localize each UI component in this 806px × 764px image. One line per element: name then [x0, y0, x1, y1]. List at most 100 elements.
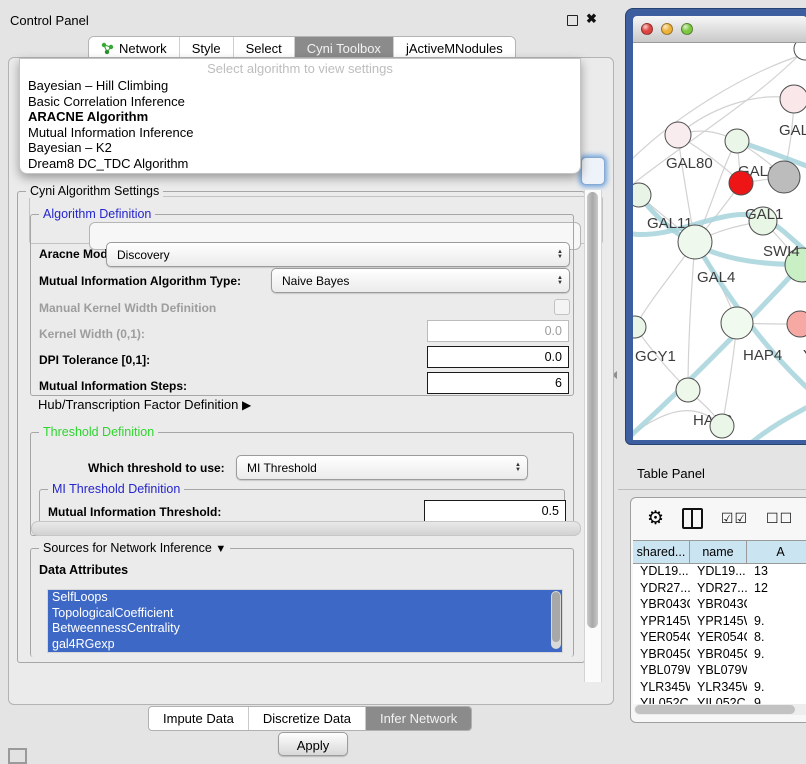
table-cell: YDL19... [633, 564, 690, 581]
table-cell: 9. [747, 647, 806, 664]
algorithm-option[interactable]: Basic Correlation Inference [20, 94, 580, 110]
scrollbar-thumb[interactable] [635, 705, 795, 714]
network-edge-highlighted[interactable] [751, 403, 806, 440]
network-window-titlebar[interactable] [633, 16, 806, 43]
table-row[interactable]: YBR043CYBR043C [633, 597, 806, 614]
window-zoom-button[interactable] [681, 23, 693, 35]
table-horizontal-scrollbar[interactable] [634, 704, 806, 715]
network-graph[interactable]: GALGAL80GAL10GAL1GAL11SWI4GAL4GCY1HAP4YH… [633, 43, 806, 440]
data-attribute-item[interactable]: BetweennessCentrality [48, 621, 562, 637]
algorithm-option[interactable]: Bayesian – K2 [20, 140, 580, 156]
data-attribute-item[interactable]: SelfLoops [48, 590, 562, 606]
table-row[interactable]: YLR345WYLR345W9. [633, 680, 806, 697]
tab-select[interactable]: Select [234, 37, 295, 59]
columns-icon[interactable] [682, 508, 703, 529]
sources-group: Sources for Network Inference ▼ Data Att… [30, 548, 574, 657]
algorithm-dropdown: Select algorithm to view settings Bayesi… [19, 58, 581, 174]
tab-label: Network [119, 41, 167, 56]
table-row[interactable]: YDR27...YDR27...12 [633, 581, 806, 598]
network-edge[interactable] [633, 53, 806, 163]
settings-vertical-scrollbar[interactable] [584, 190, 602, 682]
scrollbar-thumb[interactable] [587, 192, 598, 628]
group-title: MI Threshold Definition [48, 482, 184, 496]
window-minimize-button[interactable] [661, 23, 673, 35]
bottom-tab-impute-data[interactable]: Impute Data [149, 707, 249, 730]
algorithm-option[interactable]: Dream8 DC_TDC Algorithm [20, 156, 580, 172]
hub-definition-toggle[interactable]: Hub/Transcription Factor Definition ▶ [38, 397, 251, 412]
network-edge[interactable] [688, 242, 695, 390]
which-threshold-label: Which threshold to use: [88, 461, 225, 475]
table-cell: YBR045C [690, 647, 747, 664]
tab-network[interactable]: Network [89, 37, 180, 59]
table-cell: YER054C [633, 630, 690, 647]
data-attributes-list[interactable]: SelfLoopsTopologicalCoefficientBetweenne… [47, 589, 563, 653]
algorithm-option[interactable]: Mutual Information Inference [20, 125, 580, 141]
manual-kernel-checkbox[interactable] [554, 299, 570, 315]
tab-jactivemnodules[interactable]: jActiveMNodules [394, 37, 515, 59]
bottom-tab-discretize-data[interactable]: Discretize Data [249, 707, 366, 730]
data-attribute-item[interactable]: TopologicalCoefficient [48, 606, 562, 622]
application-stage: Control Panel ✖ Network Style Select Cyni T… [0, 0, 806, 762]
settings-horizontal-scrollbar[interactable] [31, 521, 581, 536]
list-scrollbar[interactable] [551, 591, 561, 649]
network-node-label: GAL80 [666, 155, 713, 172]
table-row[interactable]: YDL19...YDL19...13 [633, 564, 806, 581]
gear-icon[interactable]: ⚙ [647, 509, 664, 528]
collapse-down-icon[interactable]: ▼ [215, 543, 226, 555]
close-icon[interactable]: ✖ [586, 11, 597, 27]
network-node-hap4[interactable] [721, 307, 753, 339]
algorithm-dropdown-items: Bayesian – Hill ClimbingBasic Correlatio… [20, 78, 580, 171]
mi-type-select[interactable]: Naive Bayes ▲▼ [271, 268, 570, 293]
table-header-row: shared...nameA [633, 540, 806, 564]
table-panel-title: Table Panel [637, 466, 705, 481]
table-row[interactable]: YBR045CYBR045C9. [633, 647, 806, 664]
apply-button[interactable]: Apply [278, 732, 348, 756]
table-panel: ⚙ ☑☑ ☐☐ shared...nameA YDL19...YDL19...1… [630, 497, 806, 723]
table-column-header[interactable]: name [690, 541, 747, 563]
kernel-width-input[interactable] [427, 320, 569, 342]
network-node-label: GAL1 [745, 206, 783, 223]
table-row[interactable]: YPR145WYPR145W9. [633, 614, 806, 631]
aracne-mode-select[interactable]: Discovery ▲▼ [106, 242, 570, 267]
window-close-button[interactable] [641, 23, 653, 35]
algorithm-option[interactable]: ARACNE Algorithm [20, 109, 580, 125]
tab-style[interactable]: Style [180, 37, 234, 59]
network-node-gal10[interactable] [725, 129, 749, 153]
table-row[interactable]: YBL079WYBL079W [633, 663, 806, 680]
panel-title: Control Panel [10, 13, 89, 28]
network-node[interactable] [729, 171, 753, 195]
network-node-gal[interactable] [780, 85, 806, 113]
control-panel-titlebar: Control Panel ✖ [0, 0, 618, 24]
mi-threshold-input[interactable] [424, 500, 566, 522]
table-cell: YBL079W [690, 663, 747, 680]
network-node-hap2[interactable] [676, 378, 700, 402]
table-column-header[interactable]: A [747, 541, 806, 563]
network-canvas[interactable]: GALGAL80GAL10GAL1GAL11SWI4GAL4GCY1HAP4YH… [633, 43, 806, 440]
table-row[interactable]: YIL052CYIL052C9 [633, 696, 806, 704]
network-node-gcy1[interactable] [633, 316, 646, 338]
data-attribute-item[interactable]: gal4RGexp [48, 637, 562, 653]
network-node-gal80[interactable] [665, 122, 691, 148]
dpi-tolerance-input[interactable] [427, 346, 569, 368]
network-node-gal4[interactable] [678, 225, 712, 259]
which-threshold-select[interactable]: MI Threshold ▲▼ [236, 455, 528, 480]
tab-cyni-toolbox[interactable]: Cyni Toolbox [295, 37, 394, 59]
network-node[interactable] [768, 161, 800, 193]
network-node-y[interactable] [787, 311, 806, 337]
mi-steps-input[interactable] [427, 372, 569, 394]
algorithm-option[interactable]: Bayesian – Hill Climbing [20, 78, 580, 94]
tab-label: Select [246, 41, 282, 56]
table-cell: YBR045C [633, 647, 690, 664]
algorithm-definition-group: Algorithm Definition Aracne Mode: Discov… [30, 214, 574, 396]
select-all-checkboxes-icon[interactable]: ☑☑ [721, 510, 748, 527]
deselect-checkboxes-icon[interactable]: ☐☐ [766, 510, 793, 527]
network-icon [101, 42, 114, 55]
table-cell: YBR043C [633, 597, 690, 614]
table-row[interactable]: YER054CYER054C8. [633, 630, 806, 647]
bottom-tab-infer-network[interactable]: Infer Network [366, 707, 471, 730]
network-node[interactable] [710, 414, 734, 438]
collapse-right-icon: ▶ [242, 398, 251, 412]
table-cell [747, 663, 806, 680]
float-window-icon[interactable] [567, 15, 578, 26]
table-column-header[interactable]: shared... [633, 541, 690, 563]
